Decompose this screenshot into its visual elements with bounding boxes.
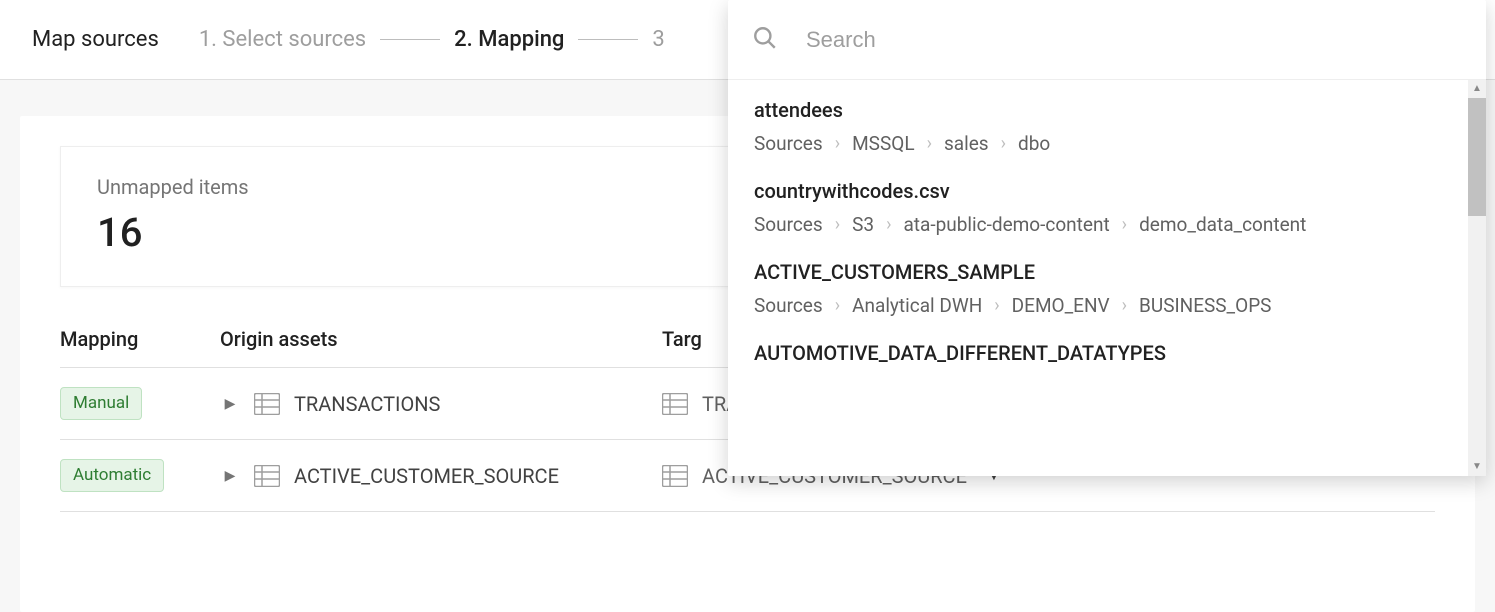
search-result-item[interactable]: ACTIVE_CUSTOMERS_SAMPLE Sources› Analyti…: [754, 260, 1460, 317]
result-path: Sources› Analytical DWH› DEMO_ENV› BUSIN…: [754, 294, 1460, 317]
result-path: Sources› S3› ata-public-demo-content› de…: [754, 213, 1460, 236]
chevron-right-icon: ›: [927, 133, 932, 154]
step-1[interactable]: 1. Select sources: [199, 27, 366, 52]
mapping-badge: Manual: [60, 387, 142, 419]
step-2[interactable]: 2. Mapping: [454, 27, 564, 52]
step-divider: [380, 39, 440, 40]
step-3[interactable]: 3: [652, 27, 664, 52]
chevron-right-icon: ›: [886, 214, 891, 235]
page-title: Map sources: [32, 27, 159, 52]
search-result-item[interactable]: attendees Sources› MSSQL› sales› dbo: [754, 98, 1460, 155]
search-results: attendees Sources› MSSQL› sales› dbo cou…: [728, 80, 1486, 476]
result-title: AUTOMOTIVE_DATA_DIFFERENT_DATATYPES: [754, 341, 1460, 365]
step-divider: [578, 39, 638, 40]
unmapped-card: Unmapped items 16: [60, 146, 740, 287]
table-icon: [254, 393, 280, 415]
stepper: 1. Select sources 2. Mapping 3: [199, 27, 665, 52]
result-title: countrywithcodes.csv: [754, 179, 1460, 203]
search-result-item[interactable]: countrywithcodes.csv Sources› S3› ata-pu…: [754, 179, 1460, 236]
result-title: attendees: [754, 98, 1460, 122]
table-icon: [254, 465, 280, 487]
chevron-right-icon: ›: [994, 295, 999, 316]
scrollbar[interactable]: ▲ ▼: [1468, 80, 1486, 476]
unmapped-value: 16: [97, 209, 703, 256]
mapping-badge: Automatic: [60, 459, 164, 491]
table-icon: [662, 465, 688, 487]
th-mapping: Mapping: [60, 327, 220, 351]
table-icon: [662, 393, 688, 415]
scroll-down-icon[interactable]: ▼: [1468, 458, 1486, 476]
search-result-item[interactable]: AUTOMOTIVE_DATA_DIFFERENT_DATATYPES: [754, 341, 1460, 365]
th-origin: Origin assets: [220, 327, 662, 351]
origin-asset-name: TRANSACTIONS: [294, 392, 440, 416]
chevron-right-icon: ›: [835, 133, 840, 154]
search-input[interactable]: [806, 27, 1462, 53]
expand-row-icon[interactable]: ▶: [220, 396, 240, 412]
chevron-right-icon: ›: [1001, 133, 1006, 154]
scroll-up-icon[interactable]: ▲: [1468, 80, 1486, 98]
scroll-thumb[interactable]: [1468, 98, 1486, 216]
search-icon: [752, 25, 778, 55]
search-dropdown: attendees Sources› MSSQL› sales› dbo cou…: [728, 0, 1486, 476]
chevron-right-icon: ›: [835, 214, 840, 235]
chevron-right-icon: ›: [835, 295, 840, 316]
expand-row-icon[interactable]: ▶: [220, 468, 240, 484]
chevron-right-icon: ›: [1122, 295, 1127, 316]
origin-asset-name: ACTIVE_CUSTOMER_SOURCE: [294, 464, 559, 488]
result-path: Sources› MSSQL› sales› dbo: [754, 132, 1460, 155]
search-bar: [728, 0, 1486, 80]
chevron-right-icon: ›: [1122, 214, 1127, 235]
unmapped-label: Unmapped items: [97, 175, 703, 199]
result-title: ACTIVE_CUSTOMERS_SAMPLE: [754, 260, 1460, 284]
